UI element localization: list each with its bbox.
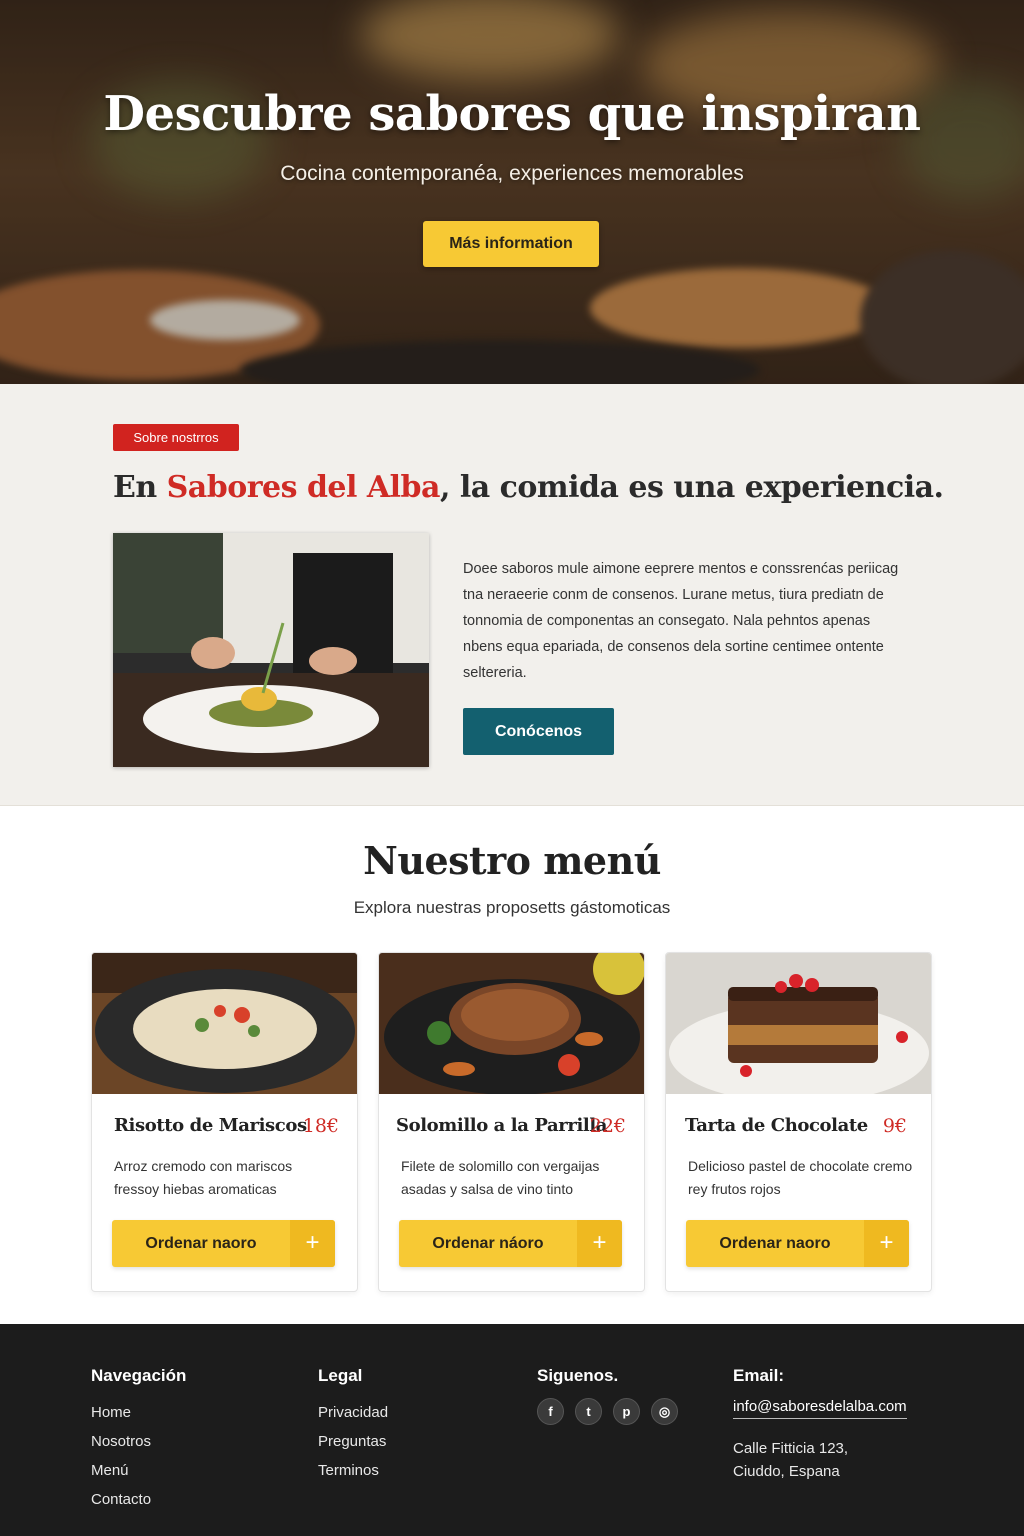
dish-description: Filete de solomillo con vergaijas asadas… [401,1158,600,1197]
facebook-icon[interactable]: f [537,1398,564,1425]
menu-card: Tarta de Chocolate 9€ Delicioso pastel d… [665,952,932,1292]
menu-subtitle: Explora nuestras proposetts gástomoticas [353,898,671,917]
chocolate-cake-photo [666,953,931,1094]
pinterest-icon[interactable]: p [613,1398,640,1425]
order-button-label: Ordenar naoro [719,1235,831,1252]
risotto-photo [92,953,357,1094]
order-button[interactable]: Ordenar náoro + [399,1220,622,1267]
dish-description: Arroz cremodo con mariscos fressoy hieba… [114,1158,293,1197]
hero-title: Descubre sabores que inspiran [103,86,921,142]
plus-icon: + [864,1220,909,1267]
dish-name: Tarta de Chocolate [685,1115,868,1136]
footer-link-privacidad[interactable]: Privacidad [318,1398,388,1427]
sirloin-photo [379,953,644,1094]
footer-legal-heading: Legal [318,1366,363,1385]
address-line-1: Calle Fitticia 123, [733,1440,849,1457]
order-button-label: Ordenar náoro [432,1235,544,1252]
social-links: f t p ◎ [537,1398,678,1425]
footer-link-nosotros[interactable]: Nosotros [91,1427,186,1456]
footer-social-heading: Siguenos. [537,1366,619,1385]
email-link[interactable]: info@saboresdelalba.com [733,1398,907,1419]
footer: Navegación Home Nosotros Menú Contacto L… [0,1324,1024,1536]
footer-link-contacto[interactable]: Contacto [91,1485,186,1514]
about-us-button[interactable]: Conócenos [463,708,614,755]
more-info-button[interactable]: Más information [423,221,599,267]
order-button[interactable]: Ordenar naoro + [686,1220,909,1267]
dish-name: Solomillo a la Parrilla [396,1115,608,1136]
footer-social-column: Siguenos. f t p ◎ [537,1366,678,1425]
dish-description: Delicioso pastel de chocolate cremo rey … [688,1158,913,1197]
footer-contact-column: Email: info@saboresdelalba.com Calle Fit… [733,1366,907,1483]
dish-price: 9€ [882,1115,907,1137]
section-badge: Sobre nostrros [113,424,239,451]
brand-name: Sabores del Alba [166,470,441,505]
menu-card: Risotto de Mariscos 18€ Arroz cremodo co… [91,952,358,1292]
instagram-icon[interactable]: ◎ [651,1398,678,1425]
footer-link-terminos[interactable]: Terminos [318,1456,388,1485]
footer-nav-column: Navegación Home Nosotros Menú Contacto [91,1366,186,1514]
hero-subtitle: Cocina contemporanéa, experiences memora… [280,162,744,185]
footer-nav-heading: Navegación [91,1366,187,1385]
footer-link-home[interactable]: Home [91,1398,186,1427]
menu-card: Solomillo a la Parrilla 22€ Filete de so… [378,952,645,1292]
menu-section: Nuestro menú Explora nuestras proposetts… [0,806,1024,1324]
about-paragraph: Doee saboros mule aimone eeprere mentos … [463,561,899,681]
dish-price: 18€ [302,1115,339,1137]
footer-email-heading: Email: [733,1366,785,1385]
chef-plating-photo [113,533,429,767]
about-section: Sobre nostrros En Sabores del Alba, la c… [0,384,1024,806]
footer-legal-column: Legal Privacidad Preguntas Terminos [318,1366,388,1485]
hero-section: Descubre sabores que inspiran Cocina con… [0,0,1024,384]
twitter-icon[interactable]: t [575,1398,602,1425]
menu-title: Nuestro menú [363,838,661,883]
order-button-label: Ordenar naoro [145,1235,257,1252]
dish-price: 22€ [589,1115,626,1137]
footer-link-preguntas[interactable]: Preguntas [318,1427,388,1456]
address-line-2: Ciuddo, Espana [733,1463,840,1480]
plus-icon: + [290,1220,335,1267]
about-title: En Sabores del Alba, la comida es una ex… [113,470,944,505]
footer-link-menu[interactable]: Menú [91,1456,186,1485]
address: Calle Fitticia 123, Ciuddo, Espana [733,1437,907,1483]
dish-name: Risotto de Mariscos [114,1115,307,1136]
plus-icon: + [577,1220,622,1267]
order-button[interactable]: Ordenar naoro + [112,1220,335,1267]
